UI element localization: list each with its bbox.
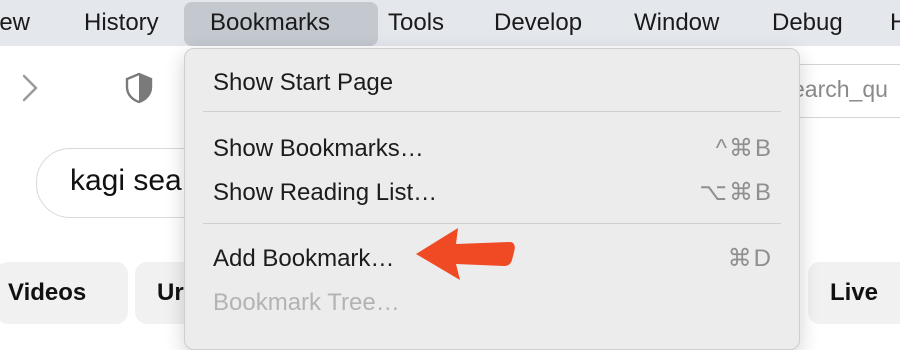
menu-item-label: Show Reading List… bbox=[213, 179, 438, 206]
menu-history[interactable]: History bbox=[84, 0, 159, 46]
menu-item-label: Bookmark Tree… bbox=[213, 289, 400, 316]
shortcut-show-reading-list: ⌥⌘B bbox=[699, 179, 773, 206]
menu-item-label: Show Start Page bbox=[213, 69, 394, 96]
menu-bookmarks[interactable]: Bookmarks bbox=[184, 2, 378, 46]
search-input-text: kagi sea bbox=[70, 164, 182, 197]
menu-develop[interactable]: Develop bbox=[494, 0, 582, 46]
shortcut-show-bookmarks: ^⌘B bbox=[715, 135, 773, 162]
menu-bar: iew History Bookmarks Tools Develop Wind… bbox=[0, 0, 900, 46]
shield-icon[interactable] bbox=[124, 72, 154, 104]
menu-item-bookmark-tree: Bookmark Tree… bbox=[213, 285, 400, 321]
bookmarks-dropdown-menu: Show Start Page Show Bookmarks… ^⌘B Show… bbox=[184, 48, 800, 350]
menu-tools[interactable]: Tools bbox=[388, 0, 444, 46]
pill-videos-label: Videos bbox=[8, 279, 87, 306]
pill-live-label: Live bbox=[830, 279, 879, 306]
pill-videos[interactable]: Videos bbox=[0, 262, 128, 324]
menu-item-show-reading-list[interactable]: Show Reading List… bbox=[213, 175, 437, 211]
menu-separator bbox=[203, 111, 781, 112]
menu-debug[interactable]: Debug bbox=[772, 0, 843, 46]
menu-item-label: Show Bookmarks… bbox=[213, 135, 424, 162]
menu-item-label: Add Bookmark… bbox=[213, 245, 395, 272]
address-bar-text: earch_qu bbox=[792, 76, 888, 102]
menu-window[interactable]: Window bbox=[634, 0, 719, 46]
menu-help[interactable]: H bbox=[890, 0, 900, 46]
menu-view[interactable]: iew bbox=[0, 0, 30, 46]
arrow-annotation-icon bbox=[416, 228, 515, 280]
chevron-right-icon[interactable] bbox=[20, 72, 40, 104]
menu-item-show-bookmarks[interactable]: Show Bookmarks… bbox=[213, 131, 424, 167]
menu-item-add-bookmark[interactable]: Add Bookmark… bbox=[213, 241, 394, 277]
pill-live[interactable]: Live bbox=[808, 262, 900, 324]
shortcut-add-bookmark: ⌘D bbox=[727, 245, 773, 272]
pill-partial-label: Ur bbox=[157, 279, 184, 306]
menu-item-show-start-page[interactable]: Show Start Page bbox=[213, 65, 393, 101]
